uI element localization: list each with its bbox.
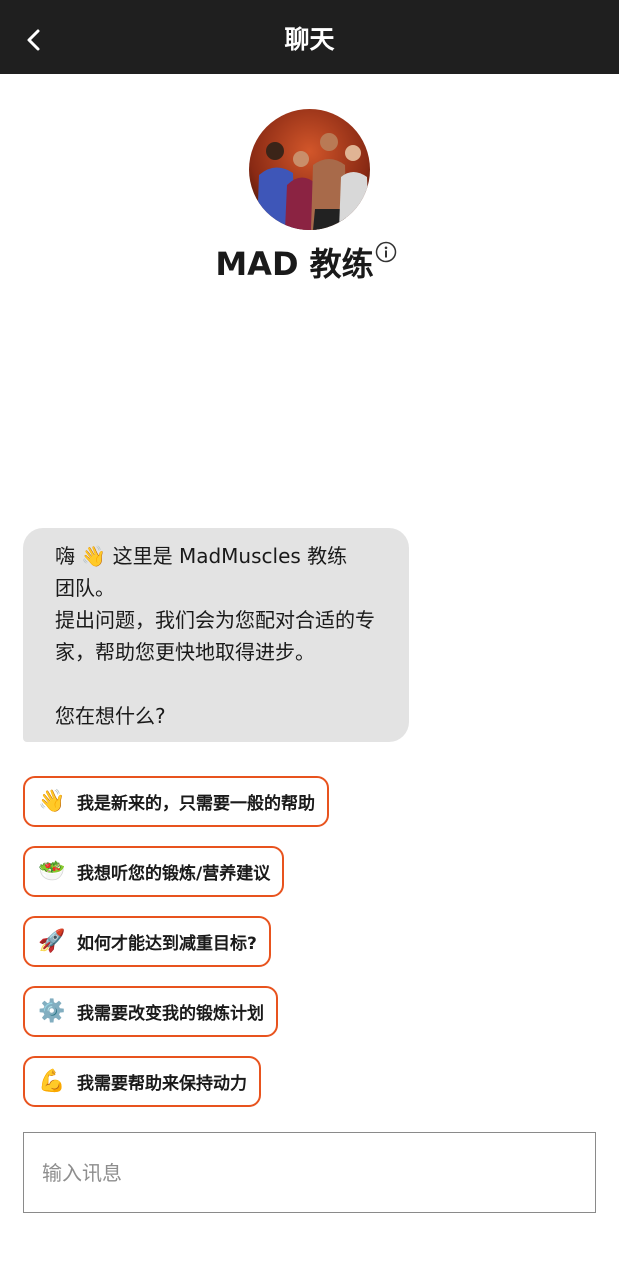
coach-name: MAD 教练 — [215, 245, 374, 283]
quick-reply-label: 如何才能达到减重目标? — [77, 934, 257, 954]
message-line: 家，帮助您更快地取得进步。 — [55, 640, 315, 664]
coach-message-bubble: 嗨 👋 这里是 MadMuscles 教练 团队。 提出问题，我们会为您配对合适… — [23, 528, 409, 742]
quick-reply-list: 👋 我是新来的，只需要一般的帮助 🥗 我想听您的锻炼/营养建议 🚀 如何才能达到… — [23, 776, 329, 1126]
message-line: 团队。 — [55, 576, 115, 600]
gear-icon: ⚙️ — [38, 998, 66, 1024]
quick-reply-weight-goal[interactable]: 🚀 如何才能达到减重目标? — [23, 916, 271, 967]
quick-reply-change-plan[interactable]: ⚙️ 我需要改变我的锻炼计划 — [23, 986, 278, 1037]
message-input[interactable] — [40, 1133, 583, 1213]
message-line: 提出问题，我们会为您配对合适的专 — [55, 608, 375, 632]
rocket-icon: 🚀 — [38, 928, 66, 954]
waving-hand-icon: 👋 — [38, 788, 66, 814]
quick-reply-new-user[interactable]: 👋 我是新来的，只需要一般的帮助 — [23, 776, 329, 827]
top-bar: 聊天 — [0, 0, 619, 74]
page-title: 聊天 — [284, 25, 335, 54]
message-composer — [23, 1132, 596, 1213]
quick-reply-label: 我需要改变我的锻炼计划 — [77, 1004, 264, 1024]
quick-reply-label: 我想听您的锻炼/营养建议 — [77, 864, 271, 884]
message-line: 嗨 👋 这里是 MadMuscles 教练 — [55, 544, 348, 568]
quick-reply-label: 我需要帮助来保持动力 — [77, 1074, 247, 1094]
message-line: 您在想什么? — [55, 704, 166, 728]
flexed-biceps-icon: 💪 — [38, 1068, 66, 1094]
quick-reply-advice[interactable]: 🥗 我想听您的锻炼/营养建议 — [23, 846, 285, 897]
coach-avatar — [249, 109, 370, 230]
quick-reply-label: 我是新来的，只需要一般的帮助 — [77, 794, 315, 814]
salad-icon: 🥗 — [38, 858, 66, 884]
info-circle-icon[interactable] — [375, 241, 397, 263]
quick-reply-motivation[interactable]: 💪 我需要帮助来保持动力 — [23, 1056, 261, 1107]
